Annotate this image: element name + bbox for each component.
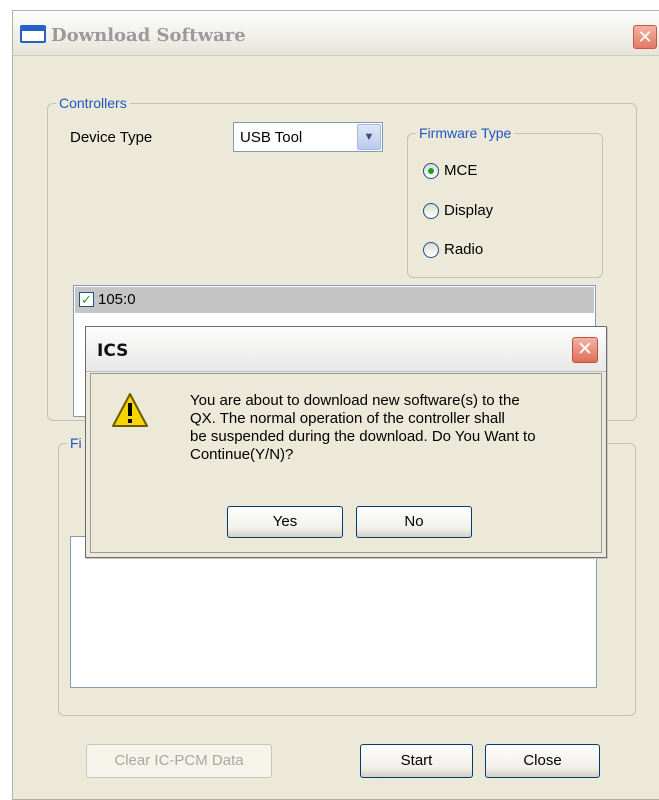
- dialog-title-bar[interactable]: ICS ✕: [86, 327, 606, 372]
- list-item-label: 105:0: [98, 291, 136, 308]
- dialog-body: You are about to download new software(s…: [90, 373, 602, 553]
- firmware-type-legend: Firmware Type: [416, 124, 515, 142]
- files-group-legend: Fi: [67, 434, 85, 452]
- radio-selected-dot: [428, 168, 434, 174]
- dialog-close-button[interactable]: ✕: [572, 337, 598, 363]
- yes-button[interactable]: Yes: [227, 506, 343, 538]
- radio-label-display: Display: [444, 202, 494, 219]
- device-type-dropdown[interactable]: USB Tool ▼: [233, 122, 383, 152]
- main-title-bar[interactable]: Download Software ✕: [13, 11, 659, 56]
- device-type-value: USB Tool: [240, 129, 303, 146]
- dialog-message: You are about to download new software(s…: [190, 392, 536, 463]
- start-button[interactable]: Start: [360, 744, 473, 778]
- window-icon: [20, 25, 46, 43]
- checkbox-checked-icon[interactable]: ✓: [79, 292, 94, 307]
- ics-dialog: ICS ✕ You are about to download new soft…: [85, 326, 607, 558]
- radio-button-icon: [423, 203, 439, 219]
- close-button[interactable]: Close: [485, 744, 600, 778]
- file-list[interactable]: [70, 536, 597, 688]
- window-title: Download Software: [51, 25, 246, 46]
- window-close-button[interactable]: ✕: [633, 25, 657, 49]
- radio-button-icon: [423, 242, 439, 258]
- radio-button-icon: [423, 163, 439, 179]
- radio-label-radio: Radio: [444, 241, 484, 258]
- device-type-label: Device Type: [70, 129, 153, 146]
- radio-label-mce: MCE: [444, 162, 478, 179]
- no-button[interactable]: No: [356, 506, 472, 538]
- clear-ic-pcm-data-button[interactable]: Clear IC-PCM Data: [86, 744, 272, 778]
- dialog-title: ICS: [97, 341, 129, 361]
- chevron-down-icon[interactable]: ▼: [357, 124, 381, 150]
- controllers-group-legend: Controllers: [56, 94, 130, 112]
- warning-icon: [112, 393, 148, 427]
- list-item[interactable]: ✓ 105:0: [75, 287, 594, 313]
